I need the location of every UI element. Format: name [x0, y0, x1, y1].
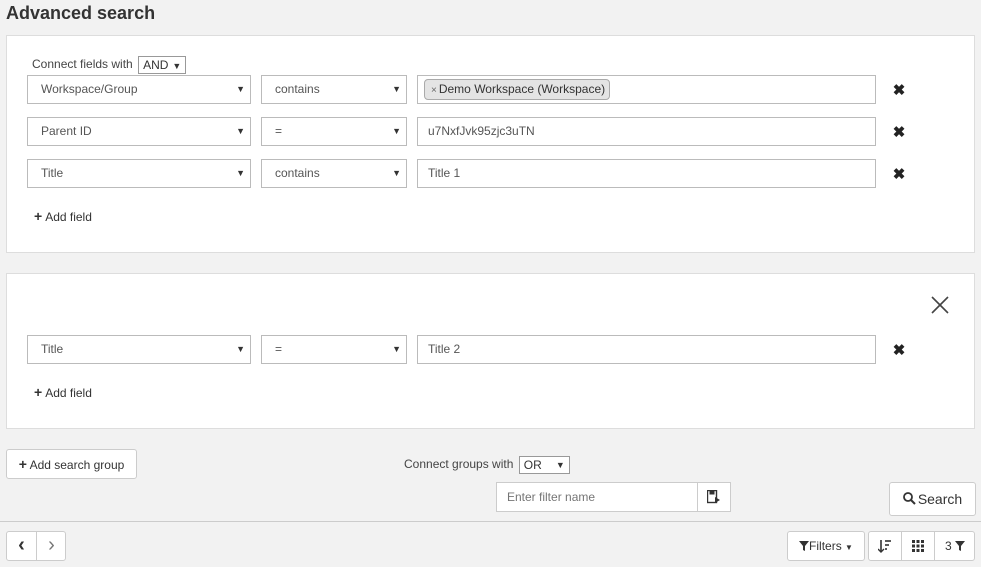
funnel-icon	[799, 541, 810, 551]
bottom-toolbar: ‹ › Filters ▼ 3	[0, 521, 981, 567]
operator-select[interactable]: contains ▼	[261, 75, 407, 104]
operator-select[interactable]: = ▼	[261, 335, 407, 364]
page-title: Advanced search	[6, 3, 156, 23]
sort-button[interactable]	[869, 532, 902, 560]
connect-groups-select[interactable]: OR ▼	[518, 456, 570, 474]
caret-down-icon: ▼	[845, 543, 853, 552]
value-tag: × Demo Workspace (Workspace)	[424, 79, 611, 100]
caret-down-icon: ▼	[392, 84, 401, 94]
add-field-button[interactable]: + Add field	[34, 384, 92, 400]
connect-fields-select[interactable]: AND ▼	[138, 56, 187, 74]
value-input[interactable]: Title 2	[417, 335, 876, 364]
caret-down-icon: ▼	[392, 168, 401, 178]
value-input[interactable]: u7NxfJvk95zjc3uTN	[417, 117, 876, 146]
next-page-button[interactable]: ›	[37, 532, 66, 560]
operator-select[interactable]: contains ▼	[261, 159, 407, 188]
plus-icon: +	[18, 456, 27, 472]
search-group-1: Connect fields with AND ▼ Workspace/Group…	[6, 35, 975, 253]
pagination: ‹ ›	[6, 531, 66, 561]
search-group-2: Title ▼ = ▼ Title 2 ✖ + Add field	[6, 273, 975, 429]
operator-select[interactable]: = ▼	[261, 117, 407, 146]
grid-icon	[912, 540, 924, 552]
caret-down-icon: ▼	[236, 168, 245, 178]
caret-down-icon: ▼	[236, 126, 245, 136]
connect-groups: Connect groups with OR ▼	[404, 456, 570, 474]
caret-down-icon: ▼	[555, 460, 565, 470]
add-search-group-button[interactable]: + Add search group	[6, 449, 137, 479]
view-toolbar: 3	[868, 531, 975, 561]
caret-down-icon: ▼	[392, 126, 401, 136]
field-select[interactable]: Workspace/Group ▼	[27, 75, 251, 104]
value-input[interactable]: Title 1	[417, 159, 876, 188]
funnel-icon	[955, 541, 966, 551]
field-select[interactable]: Title ▼	[27, 159, 251, 188]
close-group-icon[interactable]	[931, 296, 949, 314]
connect-fields: Connect fields with AND ▼	[32, 56, 187, 74]
plus-icon: +	[34, 384, 43, 400]
search-icon	[902, 492, 916, 505]
remove-row-icon[interactable]: ✖	[891, 123, 907, 141]
prev-page-button[interactable]: ‹	[7, 532, 37, 560]
connect-groups-label: Connect groups with	[404, 457, 514, 472]
connect-fields-label: Connect fields with	[32, 57, 133, 72]
filters-dropdown-button[interactable]: Filters ▼	[787, 531, 865, 561]
remove-row-icon[interactable]: ✖	[891, 341, 907, 359]
value-tag-input[interactable]: × Demo Workspace (Workspace)	[417, 75, 876, 104]
tag-remove-icon[interactable]: ×	[431, 85, 437, 96]
plus-icon: +	[34, 208, 43, 224]
remove-row-icon[interactable]: ✖	[891, 81, 907, 99]
search-button[interactable]: Search	[889, 482, 976, 516]
caret-down-icon: ▼	[236, 84, 245, 94]
filter-name-group	[496, 482, 731, 512]
active-filters-button[interactable]: 3	[935, 532, 975, 560]
remove-row-icon[interactable]: ✖	[891, 165, 907, 183]
grid-view-button[interactable]	[902, 532, 935, 560]
save-filter-icon[interactable]	[707, 490, 720, 504]
filter-name-input[interactable]	[497, 483, 698, 511]
caret-down-icon: ▼	[236, 344, 245, 354]
sort-icon	[877, 540, 891, 553]
filter-count: 3	[944, 539, 952, 553]
field-select[interactable]: Parent ID ▼	[27, 117, 251, 146]
caret-down-icon: ▼	[172, 61, 182, 71]
add-field-button[interactable]: + Add field	[34, 208, 92, 224]
field-select[interactable]: Title ▼	[27, 335, 251, 364]
caret-down-icon: ▼	[392, 344, 401, 354]
